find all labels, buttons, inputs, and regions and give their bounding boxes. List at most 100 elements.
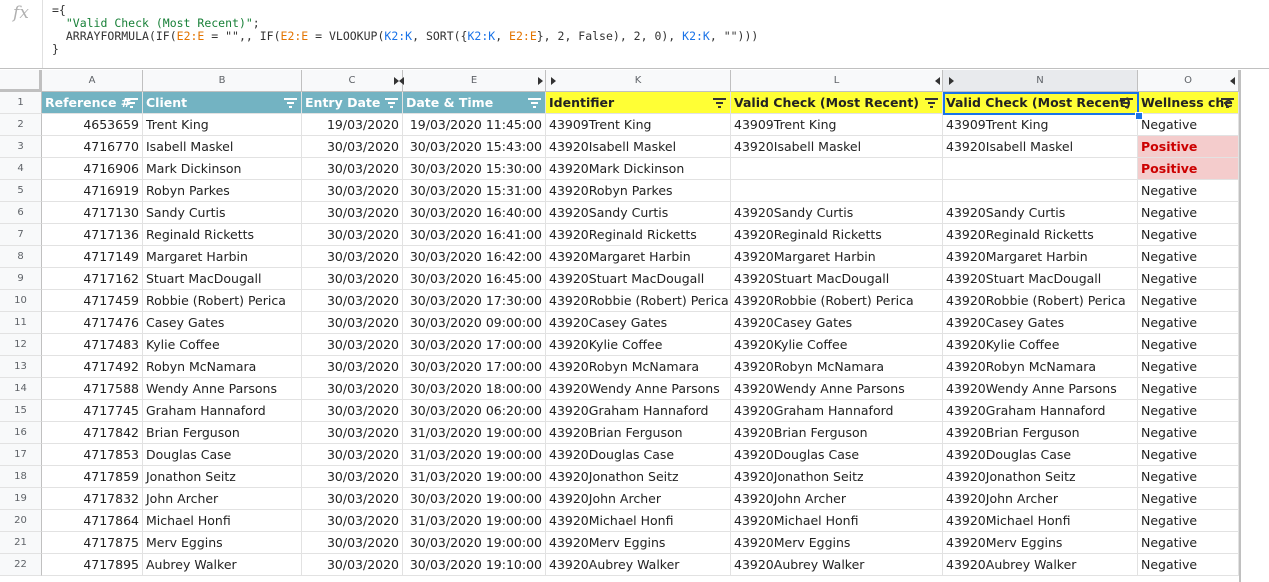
table-cell[interactable]: 43920Wendy Anne Parsons	[546, 378, 731, 400]
table-cell[interactable]: 43920Stuart MacDougall	[731, 268, 943, 290]
table-cell[interactable]: 30/03/2020 16:40:00	[403, 202, 546, 224]
table-cell[interactable]: 43920Kylie Coffee	[546, 334, 731, 356]
table-cell[interactable]: 43920Merv Eggins	[546, 532, 731, 554]
filter-icon[interactable]	[528, 97, 541, 108]
hidden-columns-arrow-icon[interactable]	[949, 77, 954, 85]
table-cell[interactable]: 43920Reginald Ricketts	[943, 224, 1138, 246]
filter-icon[interactable]	[713, 97, 726, 108]
row-number[interactable]: 7	[0, 224, 42, 246]
table-cell[interactable]: 30/03/2020	[302, 202, 403, 224]
table-cell[interactable]: 30/03/2020 19:10:00	[403, 554, 546, 576]
table-cell[interactable]: Sandy Curtis	[143, 202, 302, 224]
header-cell[interactable]: Entry Date	[302, 92, 403, 114]
table-cell[interactable]: Stuart MacDougall	[143, 268, 302, 290]
table-cell[interactable]: 30/03/2020	[302, 422, 403, 444]
table-cell[interactable]: 30/03/2020	[302, 312, 403, 334]
table-cell[interactable]: 43920Michael Honfi	[546, 510, 731, 532]
table-cell[interactable]: Negative	[1138, 400, 1239, 422]
row-number[interactable]: 4	[0, 158, 42, 180]
table-cell[interactable]: 30/03/2020 15:30:00	[403, 158, 546, 180]
table-cell[interactable]: 43920Casey Gates	[943, 312, 1138, 334]
table-cell[interactable]: 30/03/2020	[302, 246, 403, 268]
table-cell[interactable]: Douglas Case	[143, 444, 302, 466]
table-cell[interactable]: Margaret Harbin	[143, 246, 302, 268]
table-cell[interactable]	[731, 180, 943, 202]
filter-icon[interactable]	[1120, 97, 1133, 108]
table-cell[interactable]: 43920Douglas Case	[731, 444, 943, 466]
row-number[interactable]: 22	[0, 554, 42, 576]
table-cell[interactable]: 30/03/2020 18:00:00	[403, 378, 546, 400]
table-cell[interactable]: 43920Margaret Harbin	[943, 246, 1138, 268]
table-cell[interactable]: 4717162	[42, 268, 143, 290]
table-cell[interactable]: 43920Stuart MacDougall	[546, 268, 731, 290]
row-number[interactable]: 3	[0, 136, 42, 158]
table-cell[interactable]: 30/03/2020	[302, 356, 403, 378]
table-cell[interactable]: 43920Isabell Maskel	[731, 136, 943, 158]
table-cell[interactable]: 30/03/2020	[302, 334, 403, 356]
column-header-e[interactable]: E	[403, 70, 546, 92]
table-cell[interactable]: 30/03/2020 19:00:00	[403, 532, 546, 554]
table-cell[interactable]: 43920Casey Gates	[546, 312, 731, 334]
row-number[interactable]: 1	[0, 92, 42, 114]
table-cell[interactable]: 43920Michael Honfi	[731, 510, 943, 532]
filter-icon[interactable]	[1221, 97, 1234, 108]
header-cell[interactable]: Date & Time	[403, 92, 546, 114]
table-cell[interactable]: Robyn Parkes	[143, 180, 302, 202]
table-cell[interactable]: 43920Brian Ferguson	[546, 422, 731, 444]
table-cell[interactable]: Graham Hannaford	[143, 400, 302, 422]
table-cell[interactable]: 43920Wendy Anne Parsons	[943, 378, 1138, 400]
table-cell[interactable]: 30/03/2020 17:00:00	[403, 334, 546, 356]
column-header-a[interactable]: A	[42, 70, 143, 92]
column-header-l[interactable]: L	[731, 70, 943, 92]
hidden-columns-arrow-icon[interactable]	[538, 77, 543, 85]
column-header-c[interactable]: C	[302, 70, 403, 92]
table-cell[interactable]: 43920Robyn McNamara	[943, 356, 1138, 378]
table-cell[interactable]: 43920Isabell Maskel	[943, 136, 1138, 158]
table-cell[interactable]: 30/03/2020	[302, 158, 403, 180]
table-cell[interactable]: Negative	[1138, 510, 1239, 532]
table-cell[interactable]: 43920Stuart MacDougall	[943, 268, 1138, 290]
row-number[interactable]: 14	[0, 378, 42, 400]
table-cell[interactable]: 43920Merv Eggins	[943, 532, 1138, 554]
table-cell[interactable]: Jonathon Seitz	[143, 466, 302, 488]
table-cell[interactable]: 4717130	[42, 202, 143, 224]
table-cell[interactable]: Positive	[1138, 136, 1239, 158]
table-cell[interactable]: Wendy Anne Parsons	[143, 378, 302, 400]
filter-icon[interactable]	[284, 97, 297, 108]
table-cell[interactable]: Mark Dickinson	[143, 158, 302, 180]
table-cell[interactable]: Negative	[1138, 180, 1239, 202]
table-cell[interactable]: 43920Jonathon Seitz	[943, 466, 1138, 488]
table-cell[interactable]: 30/03/2020 06:20:00	[403, 400, 546, 422]
table-cell[interactable]: 43920Brian Ferguson	[731, 422, 943, 444]
table-cell[interactable]: Brian Ferguson	[143, 422, 302, 444]
table-cell[interactable]: 4717745	[42, 400, 143, 422]
table-cell[interactable]: Negative	[1138, 356, 1239, 378]
table-cell[interactable]: Negative	[1138, 268, 1239, 290]
table-cell[interactable]: 31/03/2020 19:00:00	[403, 444, 546, 466]
table-cell[interactable]: 43920Mark Dickinson	[546, 158, 731, 180]
table-cell[interactable]: 30/03/2020 16:42:00	[403, 246, 546, 268]
table-cell[interactable]: 43920Sandy Curtis	[546, 202, 731, 224]
filter-icon[interactable]	[125, 97, 138, 108]
row-number[interactable]: 17	[0, 444, 42, 466]
table-cell[interactable]: 30/03/2020	[302, 466, 403, 488]
table-cell[interactable]: 43920Wendy Anne Parsons	[731, 378, 943, 400]
table-cell[interactable]: Robyn McNamara	[143, 356, 302, 378]
table-cell[interactable]: 30/03/2020 16:41:00	[403, 224, 546, 246]
table-cell[interactable]: 4717149	[42, 246, 143, 268]
row-number[interactable]: 19	[0, 488, 42, 510]
table-cell[interactable]: 30/03/2020	[302, 290, 403, 312]
table-cell[interactable]: 43920Robyn McNamara	[731, 356, 943, 378]
table-cell[interactable]: 43920Graham Hannaford	[731, 400, 943, 422]
table-cell[interactable]: Negative	[1138, 202, 1239, 224]
row-number[interactable]: 10	[0, 290, 42, 312]
table-cell[interactable]: Isabell Maskel	[143, 136, 302, 158]
table-cell[interactable]: 30/03/2020	[302, 488, 403, 510]
column-header-o[interactable]: O	[1138, 70, 1239, 92]
table-cell[interactable]: Reginald Ricketts	[143, 224, 302, 246]
table-cell[interactable]: 43920Graham Hannaford	[546, 400, 731, 422]
formula-bar[interactable]: fx ={ "Valid Check (Most Recent)"; ARRAY…	[0, 0, 1269, 69]
hidden-columns-arrow-icon[interactable]	[551, 77, 556, 85]
table-cell[interactable]: Michael Honfi	[143, 510, 302, 532]
table-cell[interactable]: 19/03/2020	[302, 114, 403, 136]
